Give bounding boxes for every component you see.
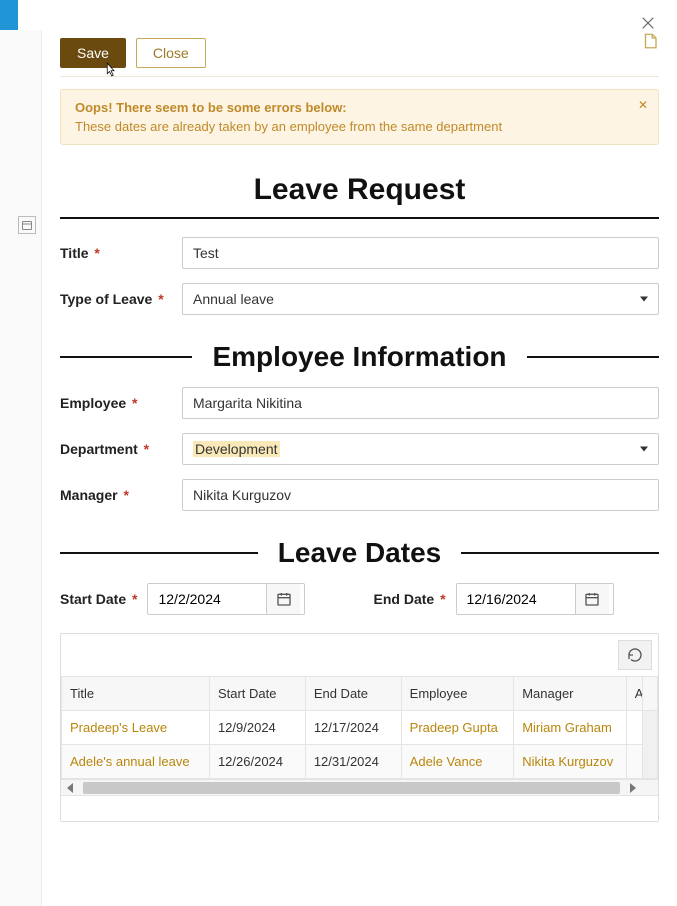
end-date-picker-button[interactable] xyxy=(575,584,609,614)
type-of-leave-row: Type of Leave * Annual leave xyxy=(60,283,659,315)
end-date-input[interactable] xyxy=(457,584,575,614)
col-manager[interactable]: Manager xyxy=(514,677,627,711)
horizontal-scrollbar[interactable] xyxy=(61,779,658,795)
row-start: 12/9/2024 xyxy=(209,711,305,745)
title-label: Title * xyxy=(60,245,182,261)
vertical-scrollbar-track[interactable] xyxy=(643,711,658,779)
row-end: 12/31/2024 xyxy=(305,745,401,779)
page-title: Leave Request xyxy=(60,173,659,219)
col-start-date[interactable]: Start Date xyxy=(209,677,305,711)
end-date-label: End Date * xyxy=(374,591,446,607)
refresh-button[interactable] xyxy=(618,640,652,670)
background-nav-strip xyxy=(0,30,42,906)
manager-input[interactable] xyxy=(182,479,659,511)
employee-info-header: Employee Information xyxy=(60,341,659,373)
department-row: Department * Development xyxy=(60,433,659,465)
col-truncated[interactable]: A xyxy=(626,677,643,711)
action-toolbar: Save Close xyxy=(60,28,659,77)
conflicts-grid: Title Start Date End Date Employee Manag… xyxy=(60,633,659,822)
table-row[interactable]: Adele's annual leave 12/26/2024 12/31/20… xyxy=(62,745,658,779)
chevron-down-icon xyxy=(640,297,648,302)
calendar-icon xyxy=(18,216,36,234)
scroll-thumb[interactable] xyxy=(83,782,620,794)
manager-label: Manager * xyxy=(60,487,182,503)
pdf-export-icon[interactable] xyxy=(641,32,659,50)
grid-header-row: Title Start Date End Date Employee Manag… xyxy=(62,677,658,711)
col-employee[interactable]: Employee xyxy=(401,677,514,711)
department-select[interactable]: Development xyxy=(182,433,659,465)
app-accent-bar xyxy=(0,0,18,30)
leave-request-modal: Save Close ✕ Oops! There seem to be some… xyxy=(42,0,677,906)
title-row: Title * xyxy=(60,237,659,269)
row-title[interactable]: Adele's annual leave xyxy=(62,745,210,779)
row-title[interactable]: Pradeep's Leave xyxy=(62,711,210,745)
row-employee[interactable]: Adele Vance xyxy=(401,745,514,779)
grid-toolbar xyxy=(61,634,658,676)
row-manager[interactable]: Nikita Kurguzov xyxy=(514,745,627,779)
alert-title: Oops! There seem to be some errors below… xyxy=(75,100,644,115)
employee-input[interactable] xyxy=(182,387,659,419)
alert-close-icon[interactable]: ✕ xyxy=(638,98,648,112)
start-date-input[interactable] xyxy=(148,584,266,614)
scroll-right-icon[interactable] xyxy=(630,783,636,793)
type-of-leave-label: Type of Leave * xyxy=(60,291,182,307)
col-title[interactable]: Title xyxy=(62,677,210,711)
row-end: 12/17/2024 xyxy=(305,711,401,745)
start-date-label: Start Date * xyxy=(60,591,137,607)
leave-dates-header: Leave Dates xyxy=(60,537,659,569)
row-manager[interactable]: Miriam Graham xyxy=(514,711,627,745)
type-of-leave-select[interactable]: Annual leave xyxy=(182,283,659,315)
save-button[interactable]: Save xyxy=(60,38,126,68)
employee-label: Employee * xyxy=(60,395,182,411)
close-button[interactable]: Close xyxy=(136,38,206,68)
grid-footer xyxy=(61,795,658,821)
error-alert: ✕ Oops! There seem to be some errors bel… xyxy=(60,89,659,145)
table-row[interactable]: Pradeep's Leave 12/9/2024 12/17/2024 Pra… xyxy=(62,711,658,745)
grid-table: Title Start Date End Date Employee Manag… xyxy=(61,676,658,779)
row-employee[interactable]: Pradeep Gupta xyxy=(401,711,514,745)
manager-row: Manager * xyxy=(60,479,659,511)
date-row: Start Date * End Date * xyxy=(60,583,659,615)
title-input[interactable] xyxy=(182,237,659,269)
employee-row: Employee * xyxy=(60,387,659,419)
col-end-date[interactable]: End Date xyxy=(305,677,401,711)
department-label: Department * xyxy=(60,441,182,457)
row-start: 12/26/2024 xyxy=(209,745,305,779)
alert-message: These dates are already taken by an empl… xyxy=(75,119,644,134)
scroll-left-icon[interactable] xyxy=(67,783,73,793)
chevron-down-icon xyxy=(640,447,648,452)
vertical-scrollbar[interactable] xyxy=(643,677,658,711)
start-date-picker-button[interactable] xyxy=(266,584,300,614)
